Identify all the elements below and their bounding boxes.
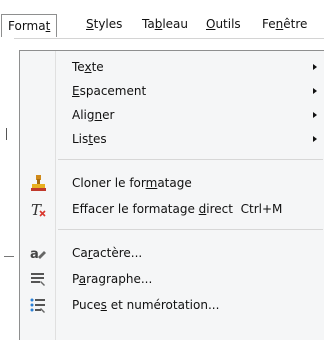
menu-item-puces-label: Puces et numérotation... xyxy=(72,298,220,312)
submenu-arrow-icon xyxy=(313,64,317,70)
document-page-strip xyxy=(0,38,14,338)
menu-item-aligner-label: Aligner xyxy=(72,108,115,122)
menu-separator xyxy=(58,229,323,230)
menu-item-espacement[interactable]: Espacement xyxy=(20,79,324,103)
menu-styles-label-1: S xyxy=(86,17,94,31)
submenu-arrow-icon xyxy=(313,112,317,118)
shortcut-label: Ctrl+M xyxy=(240,202,283,216)
menu-item-puces-numerotation[interactable]: Puces et numérotation... xyxy=(20,293,324,317)
menu-item-texte[interactable]: Texte xyxy=(20,55,324,79)
format-dropdown-menu: Texte Espacement Aligner Listes Cloner l… xyxy=(19,50,324,340)
menu-item-paragraphe[interactable]: Paragraphe... xyxy=(20,267,324,291)
menu-item-effacer-label: Effacer le formatage direct Ctrl+M xyxy=(72,202,283,216)
clear-formatting-icon: T xyxy=(28,199,48,219)
menu-outils[interactable]: Outils xyxy=(206,14,241,34)
menu-item-caractere-label: Caractère... xyxy=(72,246,143,260)
menu-item-caractere[interactable]: a Caractère... xyxy=(20,241,324,265)
menu-format-label-1: Forma xyxy=(8,19,46,33)
svg-text:a: a xyxy=(30,247,39,262)
menu-format-label-2: t xyxy=(45,19,51,33)
menu-tableau[interactable]: Tableau xyxy=(142,14,188,34)
submenu-arrow-icon xyxy=(313,136,317,142)
menu-item-texte-label: Texte xyxy=(72,60,104,74)
menu-styles[interactable]: Styles xyxy=(86,14,122,34)
menu-separator xyxy=(58,159,323,160)
menu-item-paragraphe-label: Paragraphe... xyxy=(72,272,153,286)
text-cursor-mark xyxy=(6,128,7,140)
menu-tableau-label-1: Ta xyxy=(142,17,155,31)
menu-item-cloner-formatage[interactable]: Cloner le formatage xyxy=(20,171,324,195)
paintbrush-icon xyxy=(28,173,48,193)
menu-fenetre-label-1: Fe xyxy=(262,17,276,31)
menu-item-cloner-label: Cloner le formatage xyxy=(72,176,192,190)
menu-fenetre[interactable]: Fenêtre xyxy=(262,14,307,34)
menubar: Format Styles Tableau Outils Fenêtre xyxy=(0,0,324,39)
menu-item-listes-label: Listes xyxy=(72,132,107,146)
menu-outils-label-2: utils xyxy=(215,17,241,31)
margin-mark xyxy=(4,256,14,257)
menu-item-espacement-label: Espacement xyxy=(72,84,147,98)
menu-item-effacer-formatage[interactable]: T Effacer le formatage direct Ctrl+M xyxy=(20,197,324,221)
paragraph-icon xyxy=(28,269,48,289)
menu-item-listes[interactable]: Listes xyxy=(20,127,324,151)
character-icon: a xyxy=(28,243,48,263)
bullets-numbering-icon xyxy=(28,295,48,315)
menu-tableau-label-3: leau xyxy=(162,17,189,31)
menu-format[interactable]: Format xyxy=(1,14,58,37)
menu-item-aligner[interactable]: Aligner xyxy=(20,103,324,127)
menu-fenetre-label-3: être xyxy=(283,17,308,31)
submenu-arrow-icon xyxy=(313,88,317,94)
menu-styles-label-2: tyles xyxy=(93,17,123,31)
